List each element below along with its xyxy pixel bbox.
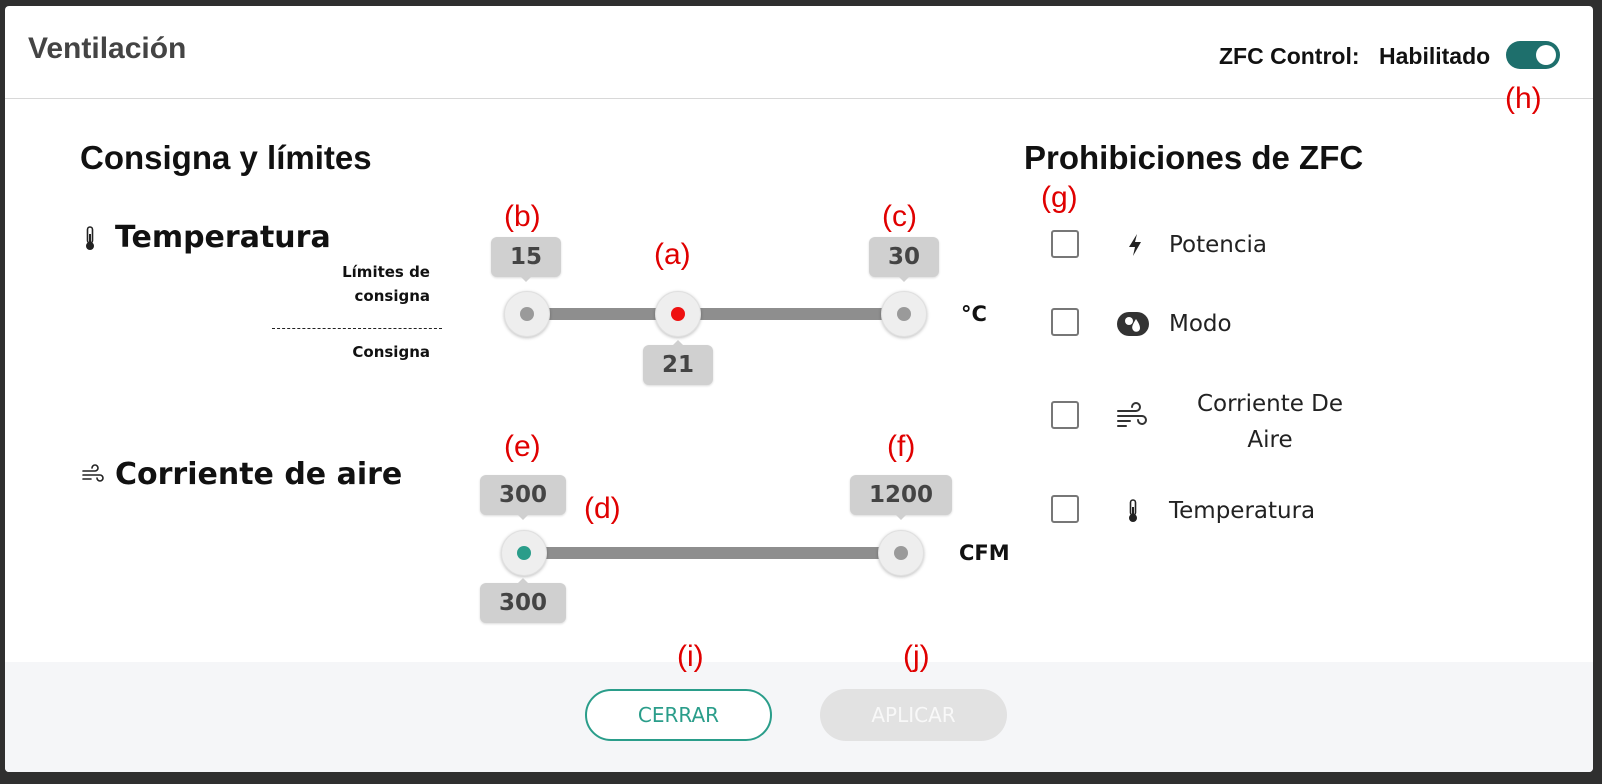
airflow-max-value: 1200 (850, 475, 952, 520)
zfc-control-toggle[interactable] (1506, 41, 1560, 69)
temperature-min-dot (520, 307, 534, 321)
annotation-d: (d) (584, 492, 621, 525)
annotation-i: (i) (677, 640, 704, 673)
temperature-unit: °C (961, 302, 987, 326)
temperature-checkbox[interactable] (1051, 495, 1079, 523)
dialog-title: Ventilación (28, 32, 187, 65)
setpoint-limits-label-line1: Límites de (342, 263, 430, 281)
wind-icon (81, 463, 105, 485)
temperature-setpoint-dot (671, 307, 685, 321)
temperature-setpoint-value: 21 (643, 340, 713, 385)
temperature-slider-track (527, 308, 905, 320)
airflow-slider-track (524, 547, 902, 559)
annotation-j: (j) (903, 640, 930, 673)
header-divider (5, 98, 1593, 99)
annotation-a: (a) (654, 238, 691, 271)
temperature-min-value: 15 (491, 237, 561, 282)
thermometer-icon (1113, 494, 1153, 528)
power-label: Potencia (1169, 232, 1267, 258)
ventilation-dialog: Ventilación ZFC Control: Habilitado Cons… (5, 6, 1593, 772)
toggle-knob (1536, 45, 1556, 65)
annotation-c: (c) (882, 200, 917, 233)
mode-label: Modo (1169, 311, 1232, 337)
label-divider (272, 328, 442, 329)
power-checkbox[interactable] (1051, 230, 1079, 258)
airflow-unit: CFM (959, 541, 1010, 565)
temperature-title: Temperatura (115, 220, 331, 255)
temperature-max-value: 30 (869, 237, 939, 282)
mode-checkbox[interactable] (1051, 308, 1079, 336)
annotation-e: (e) (504, 430, 541, 463)
annotation-h: (h) (1505, 82, 1542, 115)
thermometer-icon (83, 225, 97, 253)
temperature-min-thumb[interactable] (504, 291, 550, 337)
airflow-checkbox[interactable] (1051, 401, 1079, 429)
temperature-setpoint-thumb[interactable] (655, 291, 701, 337)
setpoint-section-title: Consigna y límites (80, 139, 372, 176)
temperature-option-label: Temperatura (1169, 498, 1316, 524)
zfc-control-label: ZFC Control: (1219, 43, 1360, 69)
annotation-b: (b) (504, 200, 541, 233)
lightning-icon (1115, 228, 1155, 262)
setpoint-limits-label: Límites de consigna (305, 260, 430, 308)
airflow-setpoint-value: 300 (480, 578, 566, 623)
prohibitions-section-title: Prohibiciones de ZFC (1024, 139, 1364, 176)
airflow-min-dot (517, 546, 531, 560)
wind-icon (1113, 399, 1153, 433)
zfc-control-status: Habilitado (1379, 43, 1491, 69)
screenshot-frame: Ventilación ZFC Control: Habilitado Cons… (0, 0, 1602, 784)
annotation-g: (g) (1041, 181, 1078, 214)
setpoint-label: Consigna (352, 343, 430, 361)
airflow-min-value: 300 (480, 475, 566, 520)
temperature-max-dot (897, 307, 911, 321)
dialog-footer: CERRAR APLICAR (5, 662, 1593, 772)
apply-button[interactable]: APLICAR (820, 689, 1007, 741)
mode-icon (1113, 307, 1153, 341)
setpoint-limits-label-line2: consigna (354, 287, 430, 305)
airflow-max-thumb[interactable] (878, 530, 924, 576)
annotation-f: (f) (887, 430, 916, 463)
airflow-label: Corriente De Aire (1196, 391, 1344, 453)
close-button[interactable]: CERRAR (585, 689, 772, 741)
airflow-max-dot (894, 546, 908, 560)
airflow-min-thumb[interactable] (501, 530, 547, 576)
airflow-title: Corriente de aire (115, 457, 403, 492)
temperature-max-thumb[interactable] (881, 291, 927, 337)
